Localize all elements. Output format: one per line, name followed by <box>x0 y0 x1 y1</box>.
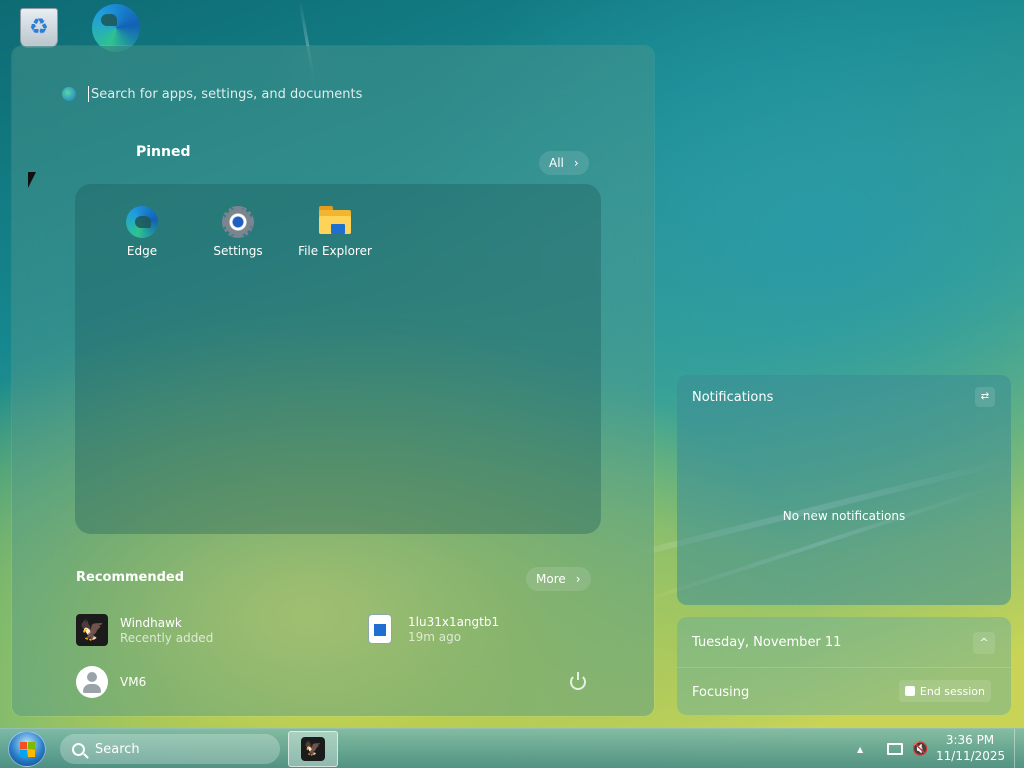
pinned-heading: Pinned <box>136 144 191 160</box>
stop-icon <box>904 686 915 696</box>
edge-desktop-icon[interactable] <box>92 4 140 52</box>
recommended-item-title: Windhawk <box>120 616 182 630</box>
pinned-app-label: Edge <box>126 244 158 258</box>
taskbar: Search 🦅 ▲ 🔇 3:36 PM 11/11/2025 <box>0 728 1024 768</box>
network-icon[interactable] <box>887 743 903 755</box>
user-name: VM6 <box>120 675 147 689</box>
recommended-item-file[interactable]: 1lu31x1angtb1 19m ago <box>368 614 499 644</box>
search-icon <box>72 742 85 756</box>
recommended-heading: Recommended <box>76 570 185 585</box>
edge-icon <box>126 206 158 238</box>
power-icon[interactable] <box>570 672 586 690</box>
pinned-app-edge[interactable]: Edge <box>97 206 187 258</box>
start-button[interactable] <box>8 731 46 767</box>
windhawk-icon: 🦅 <box>76 614 108 646</box>
image-file-icon <box>368 614 392 644</box>
windows-logo-icon <box>20 742 36 758</box>
mouse-cursor-icon <box>28 172 36 188</box>
calendar-panel: Tuesday, November 11 ^ Focusing End sess… <box>677 617 1011 715</box>
start-search[interactable]: Search for apps, settings, and documents <box>62 82 622 106</box>
notifications-title: Notifications <box>692 390 774 405</box>
chevron-right-icon: › <box>575 572 581 586</box>
avatar <box>76 666 108 698</box>
recycle-bin-icon[interactable] <box>20 8 58 48</box>
pinned-app-label: Settings <box>213 244 263 258</box>
user-account-button[interactable]: VM6 <box>76 666 146 698</box>
all-apps-label: All <box>549 156 564 170</box>
folder-icon <box>319 206 351 238</box>
focus-label: Focusing <box>692 685 750 700</box>
search-logo-icon <box>62 87 76 101</box>
pinned-app-file-explorer[interactable]: File Explorer <box>290 206 380 258</box>
more-label: More <box>536 572 566 586</box>
recommended-item-windhawk[interactable]: 🦅 Windhawk Recently added <box>76 614 213 646</box>
divider <box>677 667 1011 668</box>
show-desktop-button[interactable] <box>1014 729 1024 768</box>
clock-date: 11/11/2025 <box>936 749 1006 763</box>
chevron-right-icon: › <box>573 156 579 170</box>
empty-notifications-text: No new notifications <box>782 509 906 523</box>
end-session-label: End session <box>919 684 985 698</box>
chevron-up-icon[interactable]: ^ <box>973 632 995 654</box>
recommended-item-subtitle: 19m ago <box>408 630 462 644</box>
more-button[interactable]: More › <box>526 567 591 591</box>
end-session-button[interactable]: End session <box>898 680 991 702</box>
calendar-date: Tuesday, November 11 <box>692 635 842 650</box>
all-apps-button[interactable]: All › <box>539 151 589 175</box>
pinned-app-label: File Explorer <box>298 244 372 258</box>
search-input[interactable]: Search for apps, settings, and documents <box>91 87 362 102</box>
show-hidden-icons-icon[interactable]: ▲ <box>857 729 863 768</box>
recommended-item-title: 1lu31x1angtb1 <box>408 615 500 629</box>
pinned-app-settings[interactable]: Settings <box>193 206 283 258</box>
notification-center: Notifications ⇄ No new notifications <box>677 375 1011 605</box>
do-not-disturb-icon[interactable]: ⇄ <box>975 387 995 407</box>
pinned-apps-grid: Edge Settings File Explorer <box>75 184 601 534</box>
windhawk-icon: 🦅 <box>301 737 325 761</box>
recommended-item-subtitle: Recently added <box>120 631 214 645</box>
start-menu: Search for apps, settings, and documents… <box>12 46 654 716</box>
text-caret <box>88 86 89 102</box>
clock[interactable]: 3:36 PM 11/11/2025 <box>936 732 1006 764</box>
clock-time: 3:36 PM <box>945 733 995 747</box>
volume-muted-icon[interactable]: 🔇 <box>912 729 928 768</box>
taskbar-search-label: Search <box>95 741 140 757</box>
taskbar-app-windhawk[interactable]: 🦅 <box>288 731 338 767</box>
gear-icon <box>222 206 254 238</box>
taskbar-search[interactable]: Search <box>60 734 280 764</box>
